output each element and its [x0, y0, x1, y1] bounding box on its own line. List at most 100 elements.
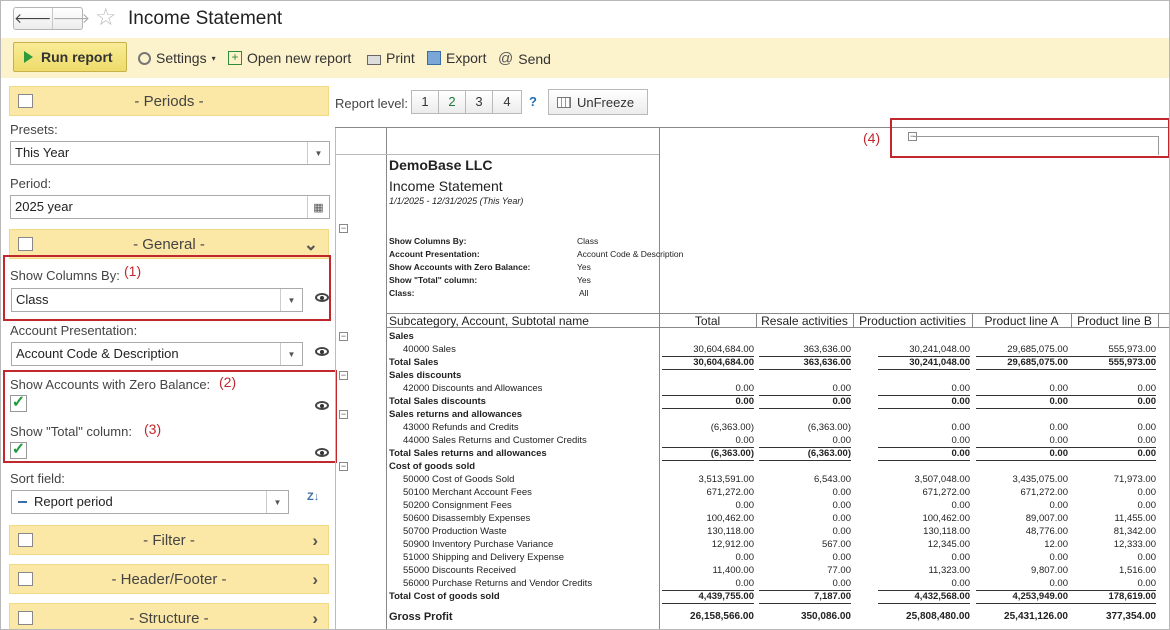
report-period: 1/1/2025 - 12/31/2025 (This Year) [389, 196, 524, 206]
annotation-4: (4) [863, 130, 881, 146]
report-cell: 0.00 [832, 435, 852, 446]
report-cell: 3,513,591.00 [698, 474, 754, 485]
send-button[interactable]: @ Send [498, 50, 551, 67]
save-disk-icon [427, 51, 441, 65]
report-row-label: 40000 Sales [403, 344, 456, 355]
print-button[interactable]: Print [367, 50, 415, 66]
app-window: 🡐 🡒 ☆ Income Statement Run report Settin… [0, 0, 1170, 630]
report-level-1-button[interactable]: 1 [411, 90, 439, 114]
account-presentation-select[interactable]: Account Code & Description ▼ [11, 342, 303, 366]
report-cell: 48,776.00 [1025, 526, 1068, 537]
report-cell: 0.00 [1049, 435, 1069, 446]
report-row-label: 50000 Cost of Goods Sold [403, 474, 515, 485]
gear-document-icon [18, 237, 33, 251]
report-cell: 130,118.00 [707, 526, 754, 537]
sort-order-icon[interactable]: Z↓ [307, 492, 323, 503]
report-row-label: 50200 Consignment Fees [403, 500, 512, 511]
collapse-icon[interactable]: − [339, 410, 348, 419]
periods-section-header[interactable]: - Periods - [9, 86, 329, 116]
report-cell: 0.00 [951, 396, 971, 407]
report-row-label: 50700 Production Waste [403, 526, 507, 537]
help-icon[interactable]: ? [529, 94, 537, 109]
report-level-3-button[interactable]: 3 [465, 90, 493, 114]
report-cell: 4,432,568.00 [914, 591, 970, 602]
chevron-down-icon[interactable]: ▼ [266, 491, 288, 513]
export-button[interactable]: Export [427, 50, 486, 66]
collapse-icon[interactable]: − [339, 224, 348, 233]
report-cell: 0.00 [1137, 383, 1157, 394]
report-area: Report level: 1 2 3 4 ? UnFreeze (4) − D… [335, 81, 1169, 629]
param-label: Class: [389, 288, 415, 298]
unfreeze-button[interactable]: UnFreeze [548, 89, 648, 115]
report-cell: 29,685,075.00 [1007, 344, 1068, 355]
presets-select[interactable]: This Year ▼ [10, 141, 330, 165]
visibility-eye-icon[interactable] [315, 347, 329, 356]
report-cell: (6,363.00) [807, 422, 851, 433]
period-input[interactable]: 2025 year ▦ [10, 195, 330, 219]
calendar-picker-icon[interactable]: ▦ [307, 196, 329, 218]
navigation-buttons: 🡐 🡒 [13, 7, 90, 30]
report-row-label: Sales discounts [389, 370, 462, 381]
chevron-right-icon: › [312, 609, 318, 628]
back-arrow-icon[interactable]: 🡐 [14, 8, 53, 29]
header-footer-section-header[interactable]: - Header/Footer - › [9, 564, 329, 594]
gear-icon [138, 51, 151, 65]
report-cell: 0.00 [951, 578, 971, 589]
run-report-button[interactable]: Run report [13, 42, 127, 72]
report-cell: 29,685,075.00 [1007, 357, 1068, 368]
report-cell: 0.00 [832, 513, 852, 524]
new-report-icon: + [228, 51, 242, 65]
open-new-report-button[interactable]: + Open new report [228, 50, 351, 66]
report-cell: 3,507,048.00 [914, 474, 970, 485]
report-row-label: 50900 Inventory Purchase Variance [403, 539, 554, 550]
param-value: All [579, 288, 589, 298]
report-cell: 0.00 [1049, 383, 1069, 394]
report-cell: 0.00 [1137, 422, 1157, 433]
collapse-icon[interactable]: − [339, 371, 348, 380]
report-cell: 11,400.00 [712, 565, 754, 576]
forward-arrow-icon[interactable]: 🡒 [53, 8, 91, 29]
report-cell: 0.00 [735, 396, 755, 407]
favorite-star-icon[interactable]: ☆ [95, 5, 117, 31]
report-level-label: Report level: [335, 96, 408, 111]
report-cell: 12,333.00 [1113, 539, 1156, 550]
chevron-down-icon[interactable]: ▼ [307, 142, 329, 164]
report-cell: 0.00 [1137, 500, 1157, 511]
report-level-2-button[interactable]: 2 [438, 90, 466, 114]
settings-button[interactable]: Settings ▾ [138, 50, 216, 66]
collapse-icon[interactable]: − [339, 332, 348, 341]
report-row-label: Total Sales returns and allowances [389, 448, 547, 459]
report-cell: 89,007.00 [1025, 513, 1068, 524]
highlight-box-1 [3, 255, 331, 321]
report-level-4-button[interactable]: 4 [492, 90, 522, 114]
report-cell: 555,973.00 [1108, 344, 1156, 355]
report-cell: 0.00 [735, 435, 755, 446]
param-value: Yes [577, 275, 591, 285]
param-value: Class [577, 236, 599, 246]
tree-structure-icon [18, 611, 33, 625]
report-cell: 0.00 [1049, 422, 1069, 433]
report-cell: 0.00 [1049, 552, 1069, 563]
structure-section-header[interactable]: - Structure - › [9, 603, 329, 629]
report-row-label: Sales [389, 331, 414, 342]
report-cell: 11,323.00 [928, 565, 970, 576]
report-cell: 130,118.00 [923, 526, 970, 537]
collapse-icon[interactable]: − [339, 462, 348, 471]
report-row-label: Total Cost of goods sold [389, 591, 500, 602]
report-cell: 25,431,126.00 [1004, 611, 1068, 622]
param-value: Yes [577, 262, 591, 272]
play-icon [24, 51, 33, 63]
report-cell: 30,241,048.00 [909, 357, 970, 368]
report-cell: 0.00 [1137, 396, 1157, 407]
column-header: Subcategory, Account, Subtotal name [389, 314, 589, 328]
sort-field-label: Sort field: [10, 471, 65, 486]
chevron-down-icon[interactable]: ▼ [280, 343, 302, 365]
filter-section-header[interactable]: - Filter - › [9, 525, 329, 555]
report-cell: (6,363.00) [710, 422, 754, 433]
param-label: Account Presentation: [389, 249, 480, 259]
report-cell: 671,272.00 [922, 487, 970, 498]
param-label: Show "Total" column: [389, 275, 478, 285]
report-cell: 71,973.00 [1113, 474, 1156, 485]
sort-field-select[interactable]: Report period ▼ [11, 490, 289, 514]
column-header: Total [694, 314, 721, 328]
